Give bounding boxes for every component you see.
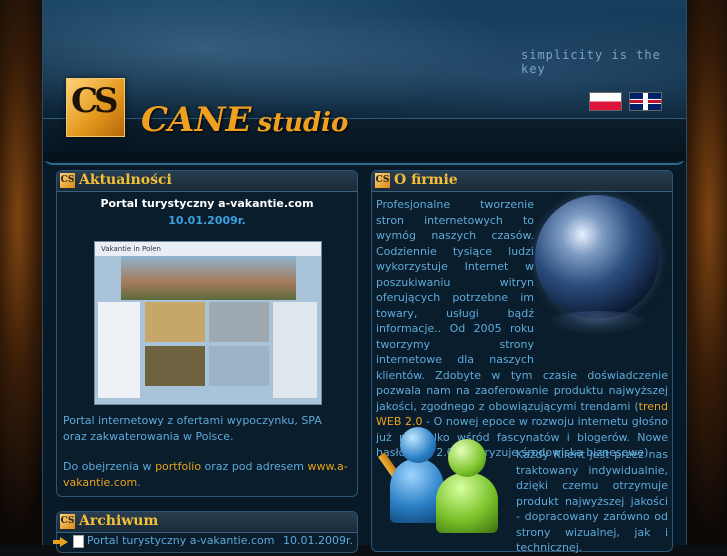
brand-main: CANE <box>141 100 252 140</box>
thumbnail-photo <box>145 346 205 386</box>
slogan: simplicity is the key <box>521 48 661 76</box>
archive-item-label[interactable]: Portal turystyczny a-vakantie.com <box>87 534 274 547</box>
news-description: Portal internetowy z ofertami wypoczynku… <box>63 413 348 490</box>
person-green-head <box>448 439 486 477</box>
logo-text: CS <box>71 81 119 121</box>
company-panel-title: CS O firmie <box>372 171 672 192</box>
brand-sub: studio <box>257 108 349 138</box>
news-heading: Aktualności <box>79 172 172 188</box>
company-description: Profesjonalne tworzenie stron internetow… <box>376 197 668 461</box>
person-blue-head <box>400 427 436 463</box>
news-text: Do obejrzenia w <box>63 460 156 473</box>
thumbnail-right-column <box>273 302 317 398</box>
news-paragraph-2: Do obejrzenia w portfolio oraz pod adres… <box>63 459 348 490</box>
thumbnail-photo <box>209 302 269 342</box>
news-thumbnail[interactable]: Vakantie in Polen <box>94 241 322 405</box>
page-frame: simplicity is the key CS CANE studio CS A… <box>42 0 687 554</box>
news-text: oraz pod adresem <box>201 460 308 473</box>
cs-mini-logo-icon: CS <box>375 173 390 188</box>
header: simplicity is the key CS CANE studio <box>43 0 686 165</box>
logo-icon[interactable]: CS <box>66 78 125 137</box>
arrow-right-icon <box>53 537 68 547</box>
company-panel: CS O firmie Profesjonalne tworzenie stro… <box>371 170 673 554</box>
news-item-title[interactable]: Portal turystyczny a-vakantie.com <box>57 197 357 210</box>
archive-heading: Archiwum <box>79 513 159 529</box>
news-paragraph-1: Portal internetowy z ofertami wypoczynku… <box>63 414 322 443</box>
people-illustration <box>378 427 510 533</box>
thumbnail-photo <box>145 302 205 342</box>
company-heading: O firmie <box>394 172 458 188</box>
news-panel: CS Aktualności Portal turystyczny a-vaka… <box>56 170 358 497</box>
news-item-date: 10.01.2009r. <box>168 214 246 227</box>
brand-name[interactable]: CANE studio <box>141 100 348 140</box>
flag-pl-icon[interactable] <box>589 92 622 111</box>
archive-panel: CS Archiwum Portal turystyczny a-vakanti… <box>53 511 358 553</box>
company-paragraph-2: Każdy Klient jest przez nas traktowany i… <box>516 448 668 554</box>
document-icon <box>73 535 84 548</box>
header-bar <box>43 118 686 161</box>
news-text: . <box>137 475 141 489</box>
flag-en-icon[interactable] <box>629 92 662 111</box>
person-green-icon <box>436 473 498 533</box>
thumbnail-photo <box>209 346 269 386</box>
cs-mini-logo-icon: CS <box>60 514 75 529</box>
news-panel-title: CS Aktualności <box>57 171 357 192</box>
thumbnail-heading: Vakantie in Polen <box>95 242 321 256</box>
thumbnail-castle-image <box>121 256 296 300</box>
archive-item[interactable]: Portal turystyczny a-vakantie.com 10.01.… <box>53 534 357 550</box>
archive-item-date: 10.01.2009r. <box>283 534 353 547</box>
cs-mini-logo-icon: CS <box>60 173 75 188</box>
archive-panel-title: CS Archiwum <box>57 512 357 533</box>
thumbnail-sidebar <box>98 302 140 398</box>
portfolio-link[interactable]: portfolio <box>155 460 201 473</box>
